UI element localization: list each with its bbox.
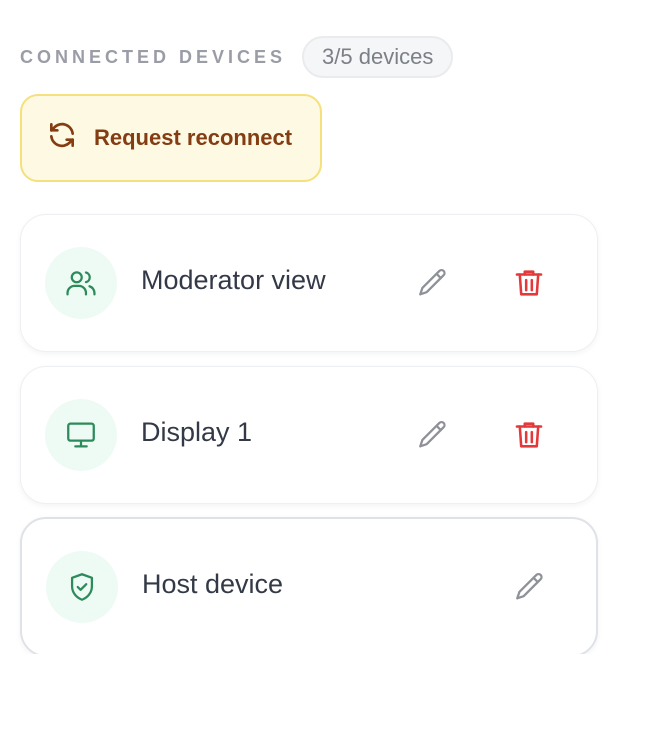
trash-icon xyxy=(515,270,543,296)
device-card-host-device: Host device xyxy=(20,517,598,654)
shield-check-icon xyxy=(46,551,118,623)
trash-icon xyxy=(515,422,543,448)
device-name: Moderator view xyxy=(141,265,326,295)
device-count-badge: 3/5 devices xyxy=(302,36,454,78)
device-list: Moderator view Display 1 Host device xyxy=(0,206,646,654)
request-reconnect-label: Request reconnect xyxy=(94,125,293,150)
request-reconnect-button[interactable]: Request reconnect xyxy=(20,94,322,182)
edit-device-button[interactable] xyxy=(411,413,455,457)
edit-device-button[interactable] xyxy=(508,565,552,609)
pencil-icon xyxy=(516,572,543,600)
edit-device-button[interactable] xyxy=(411,261,455,305)
remove-device-button[interactable] xyxy=(507,413,551,457)
devices-header: CONNECTED DEVICES 3/5 devices xyxy=(20,36,454,78)
device-card-moderator-view: Moderator view xyxy=(20,214,598,352)
device-card-display-1: Display 1 xyxy=(20,366,598,504)
device-name: Host device xyxy=(142,569,284,599)
remove-device-button[interactable] xyxy=(507,261,551,305)
users-icon xyxy=(45,247,117,319)
section-title: CONNECTED DEVICES xyxy=(20,46,287,67)
pencil-icon xyxy=(419,420,446,448)
device-name: Display 1 xyxy=(141,417,253,447)
monitor-icon xyxy=(45,399,117,471)
pencil-icon xyxy=(419,268,446,296)
refresh-icon xyxy=(46,119,78,157)
